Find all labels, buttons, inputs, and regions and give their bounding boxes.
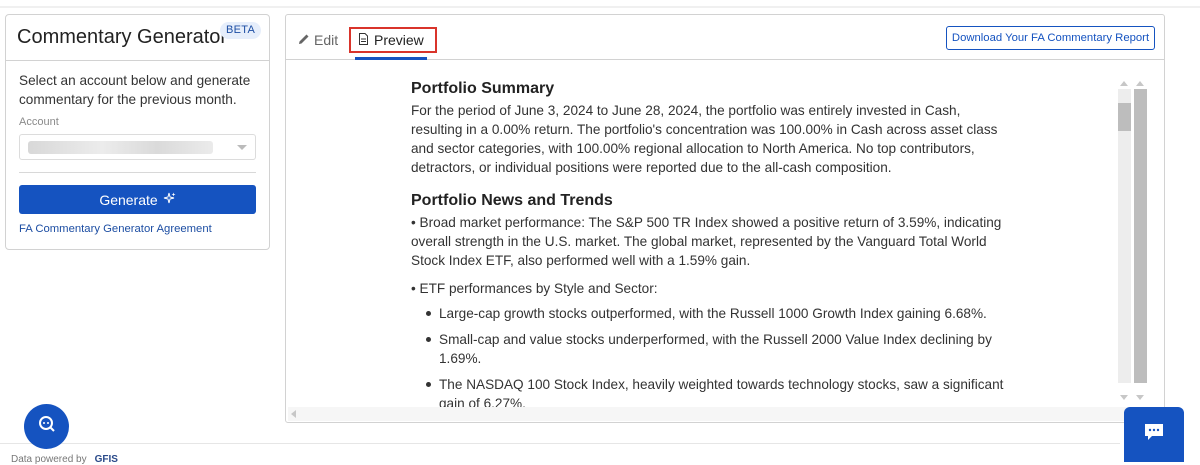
generate-button[interactable]: Generate [19,185,256,214]
download-report-button[interactable]: Download Your FA Commentary Report [946,26,1155,50]
news-heading: Portfolio News and Trends [411,192,613,209]
horizontal-scrollbar[interactable] [288,407,1162,421]
generate-label: Generate [99,191,158,208]
generator-panel: Commentary Generator BETA Select an acco… [5,14,270,250]
message-icon [1143,422,1165,447]
summary-paragraph: For the period of June 3, 2024 to June 2… [411,103,998,175]
scrollbar-track[interactable] [1118,89,1131,383]
news-paragraph: • Broad market performance: The S&P 500 … [411,215,1002,268]
tab-preview-label: Preview [374,32,424,48]
scroll-down-icon[interactable] [1120,395,1128,400]
tab-edit[interactable]: Edit [298,32,338,48]
footer-divider [0,443,1120,444]
message-button[interactable] [1124,407,1184,462]
scroll-left-icon[interactable] [291,410,296,418]
tab-bar: Edit Preview Download Your FA Commentary… [286,15,1164,60]
scrollbar-thumb[interactable] [1134,89,1147,383]
panel-title: Commentary Generator [17,26,228,48]
sparkle-icon [163,192,176,208]
footer: Data powered by GFIS [11,454,118,465]
instructions-text: Select an account below and generate com… [19,73,251,107]
account-select[interactable] [19,134,256,160]
tab-edit-label: Edit [314,32,339,48]
chat-assistant-icon [37,414,57,439]
bullet-list: Large-cap growth stocks outperformed, wi… [411,304,1011,413]
list-item: Small-cap and value stocks underperforme… [411,330,1011,368]
top-divider [0,6,1200,8]
summary-heading: Portfolio Summary [411,80,555,97]
scroll-down-icon[interactable] [1136,395,1144,400]
tab-preview[interactable]: Preview [349,27,437,53]
powered-by-text: Data powered by [11,454,87,465]
news-paragraph: • ETF performances by Style and Sector: [411,281,658,296]
vertical-scrollbar[interactable] [1118,79,1148,401]
scrollbar-thumb[interactable] [1118,103,1131,131]
divider [19,172,256,173]
pencil-icon [298,32,310,48]
account-label: Account [19,116,59,128]
data-provider-logo: GFIS [94,454,118,465]
beta-badge: BETA [220,22,262,39]
generator-header: Commentary Generator BETA [6,15,269,61]
report-panel: Edit Preview Download Your FA Commentary… [285,14,1165,423]
active-tab-indicator [355,57,427,60]
generator-body: Select an account below and generate com… [19,71,261,235]
document-icon [358,32,369,48]
chevron-down-icon [237,145,247,150]
account-value-redacted [28,141,213,154]
scroll-up-icon[interactable] [1136,81,1144,86]
scroll-up-icon[interactable] [1120,81,1128,86]
list-item: Large-cap growth stocks outperformed, wi… [411,304,1011,323]
report-content: Portfolio Summary For the period of June… [411,79,1011,420]
chat-assistant-button[interactable] [24,404,69,449]
agreement-link[interactable]: FA Commentary Generator Agreement [19,223,261,235]
